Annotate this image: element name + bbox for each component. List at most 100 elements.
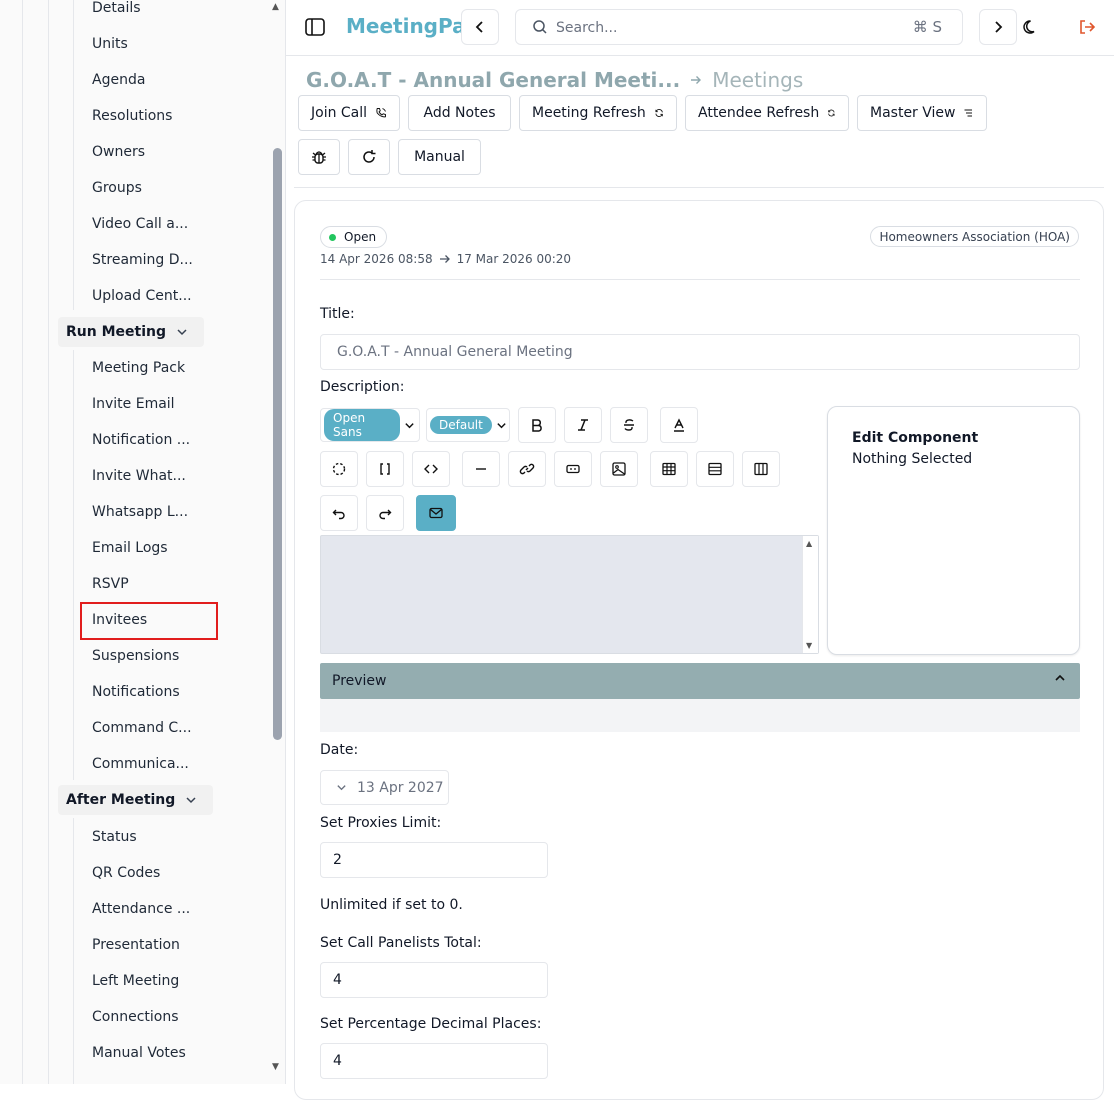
- font-family-select[interactable]: Open Sans: [320, 408, 420, 442]
- sidebar-item-resolutions[interactable]: Resolutions: [92, 106, 172, 126]
- chevron-down-icon: [404, 420, 416, 431]
- italic-button[interactable]: [564, 407, 602, 443]
- button-component-button[interactable]: [554, 451, 592, 487]
- sidebar-item-streaming[interactable]: Streaming D...: [92, 250, 193, 270]
- search-box[interactable]: ⌘ S: [515, 9, 963, 45]
- decimal-places-label: Set Percentage Decimal Places:: [320, 1016, 542, 1032]
- sidebar-item-rsvp[interactable]: RSVP: [92, 574, 129, 594]
- add-notes-button[interactable]: Add Notes: [408, 95, 511, 131]
- sidebar-section-after-meeting[interactable]: After Meeting: [58, 785, 214, 815]
- bold-icon: [532, 419, 542, 432]
- divider: [294, 187, 1104, 188]
- strikethrough-button[interactable]: [610, 407, 648, 443]
- chevron-left-icon: [475, 21, 483, 33]
- scroll-down-arrow-icon[interactable]: ▼: [806, 641, 812, 650]
- sidebar-item-connections[interactable]: Connections: [92, 1007, 179, 1027]
- redo-button[interactable]: [366, 495, 404, 531]
- start-date: 14 Apr 2026 08:58: [320, 252, 433, 266]
- manual-button[interactable]: Manual: [398, 139, 481, 175]
- sidebar-item-command-center[interactable]: Command C...: [92, 718, 192, 738]
- sidebar-sub-guide-line: [73, 0, 74, 310]
- sidebar-item-presentation[interactable]: Presentation: [92, 935, 180, 955]
- sidebar-item-suspensions[interactable]: Suspensions: [92, 646, 179, 666]
- back-button[interactable]: [461, 9, 499, 45]
- sidebar-item-upload-center[interactable]: Upload Cent...: [92, 286, 192, 306]
- breadcrumb-parent[interactable]: Meetings: [712, 68, 803, 92]
- sidebar-item-details[interactable]: Details: [92, 0, 141, 18]
- code-button[interactable]: [412, 451, 450, 487]
- link-icon: [519, 463, 535, 475]
- link-button[interactable]: [508, 451, 546, 487]
- sidebar-item-invite-whatsapp[interactable]: Invite What...: [92, 466, 186, 486]
- sidebar-item-video-call[interactable]: Video Call a...: [92, 214, 188, 234]
- date-picker[interactable]: 13 Apr 2027: [320, 770, 449, 805]
- proxies-limit-note: Unlimited if set to 0.: [320, 897, 463, 913]
- font-size-select[interactable]: Default: [426, 408, 510, 442]
- app-title[interactable]: MeetingPal: [346, 14, 472, 38]
- sidebar-item-email-logs[interactable]: Email Logs: [92, 538, 168, 558]
- code-icon: [424, 464, 438, 474]
- master-view-label: Master View: [870, 105, 956, 121]
- rows-icon: [708, 462, 722, 476]
- text-color-icon: [674, 418, 684, 432]
- sidebar-item-owners[interactable]: Owners: [92, 142, 145, 162]
- sidebar-item-invite-email[interactable]: Invite Email: [92, 394, 175, 414]
- title-field[interactable]: G.O.A.T - Annual General Meeting: [320, 334, 1080, 370]
- scroll-up-arrow-icon[interactable]: ▲: [806, 539, 812, 548]
- image-icon: [612, 462, 626, 476]
- sidebar-item-agenda[interactable]: Agenda: [92, 70, 145, 90]
- description-editor[interactable]: ▲ ▼: [320, 535, 819, 654]
- reload-button[interactable]: [348, 139, 390, 175]
- master-view-button[interactable]: Master View: [857, 95, 987, 131]
- scroll-up-arrow-icon[interactable]: ▲: [272, 2, 279, 12]
- sidebar-item-notifications[interactable]: Notifications: [92, 682, 180, 702]
- sidebar-item-units[interactable]: Units: [92, 34, 128, 54]
- chevron-up-icon: [1054, 672, 1066, 684]
- sidebar-item-left-meeting[interactable]: Left Meeting: [92, 971, 179, 991]
- logout-icon[interactable]: [1076, 16, 1098, 38]
- forward-button[interactable]: [979, 9, 1017, 45]
- email-mode-button[interactable]: [416, 495, 456, 531]
- scroll-down-arrow-icon[interactable]: ▼: [272, 1062, 279, 1072]
- date-value: 13 Apr 2027: [357, 779, 444, 796]
- sidebar-section-run-meeting[interactable]: Run Meeting: [58, 317, 204, 347]
- call-panelists-field[interactable]: 4: [320, 962, 548, 998]
- sidebar-item-meeting-pack[interactable]: Meeting Pack: [92, 358, 185, 378]
- date-label: Date:: [320, 742, 359, 758]
- phone-icon: [376, 108, 386, 118]
- debug-button[interactable]: [298, 139, 340, 175]
- title-label: Title:: [320, 306, 355, 322]
- sidebar-item-communications[interactable]: Communica...: [92, 754, 189, 774]
- brackets-button[interactable]: [366, 451, 404, 487]
- text-color-button[interactable]: [660, 407, 698, 443]
- decimal-places-field[interactable]: 4: [320, 1043, 548, 1079]
- editor-scrollbar[interactable]: ▲ ▼: [802, 536, 818, 653]
- sidebar-item-qr-codes[interactable]: QR Codes: [92, 863, 160, 883]
- undo-button[interactable]: [320, 495, 358, 531]
- call-panelists-label: Set Call Panelists Total:: [320, 935, 482, 951]
- image-button[interactable]: [600, 451, 638, 487]
- table-button[interactable]: [650, 451, 688, 487]
- bold-button[interactable]: [518, 407, 556, 443]
- sidebar-scroll-thumb[interactable]: [273, 148, 282, 740]
- horizontal-rule-button[interactable]: [462, 451, 500, 487]
- columns-button[interactable]: [742, 451, 780, 487]
- proxies-limit-field[interactable]: 2: [320, 842, 548, 878]
- sidebar-item-attendance[interactable]: Attendance ...: [92, 899, 190, 919]
- sidebar-item-whatsapp-logs[interactable]: Whatsapp L...: [92, 502, 188, 522]
- attendee-refresh-button[interactable]: Attendee Refresh: [685, 95, 849, 131]
- sidebar-item-status[interactable]: Status: [92, 827, 137, 847]
- search-input[interactable]: [556, 17, 896, 39]
- lasso-button[interactable]: [320, 451, 358, 487]
- sidebar-item-manual-votes[interactable]: Manual Votes: [92, 1043, 186, 1063]
- sidebar-toggle-icon[interactable]: [304, 16, 326, 38]
- sidebar-item-notification[interactable]: Notification ...: [92, 430, 190, 450]
- rows-button[interactable]: [696, 451, 734, 487]
- join-call-label: Join Call: [311, 105, 368, 121]
- dark-mode-moon-icon[interactable]: [1020, 16, 1042, 38]
- meeting-refresh-button[interactable]: Meeting Refresh: [519, 95, 677, 131]
- join-call-button[interactable]: Join Call: [298, 95, 400, 131]
- preview-accordion-header[interactable]: Preview: [320, 663, 1080, 699]
- italic-icon: [578, 419, 588, 431]
- sidebar-item-groups[interactable]: Groups: [92, 178, 142, 198]
